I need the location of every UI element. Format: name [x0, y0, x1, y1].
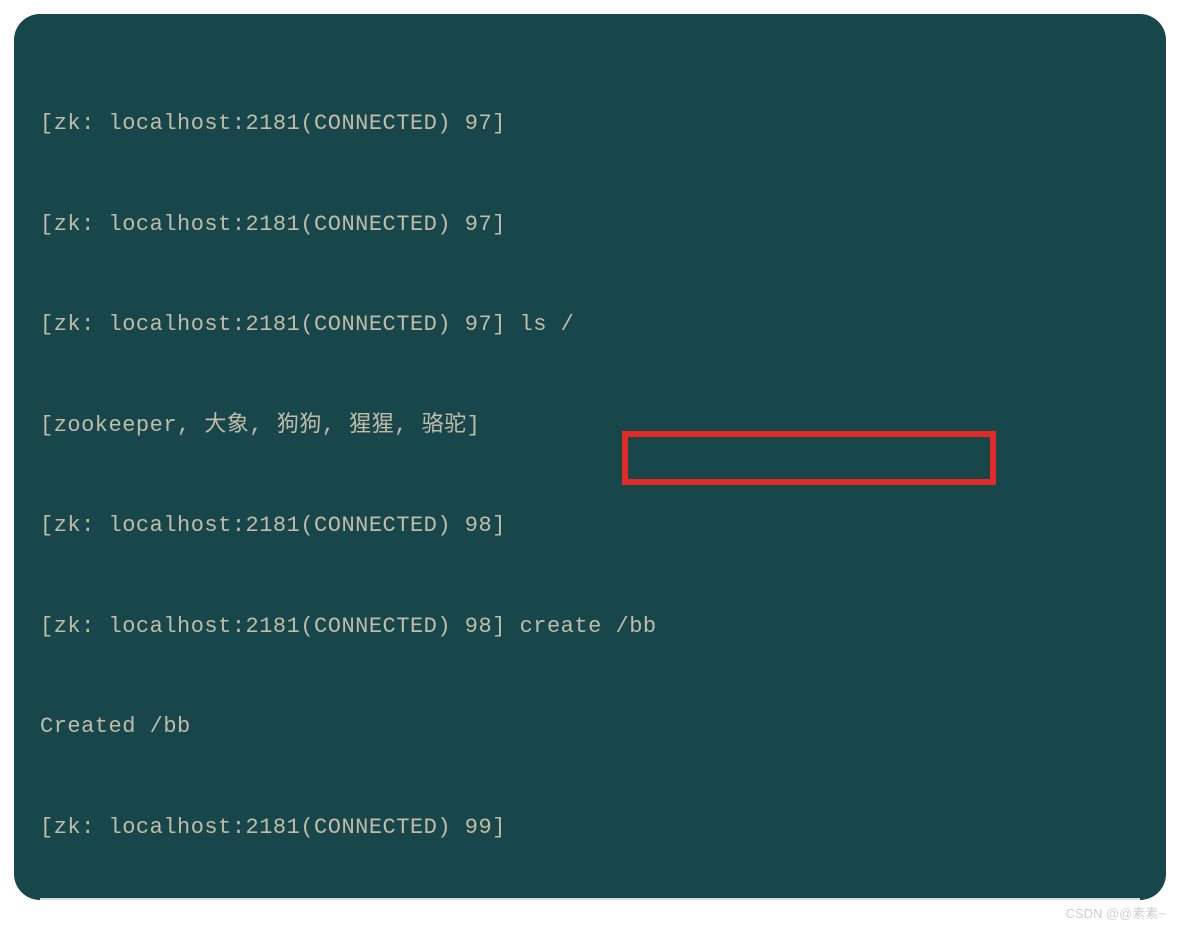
terminal-line: [zk: localhost:2181(CONNECTED) 98]: [40, 509, 1140, 543]
terminal-line: [zk: localhost:2181(CONNECTED) 98] creat…: [40, 610, 1140, 644]
terminal-line: [zk: localhost:2181(CONNECTED) 97]: [40, 107, 1140, 141]
terminal-window[interactable]: [zk: localhost:2181(CONNECTED) 97] [zk: …: [14, 14, 1166, 900]
divider: [40, 898, 1140, 900]
terminal-line: [zk: localhost:2181(CONNECTED) 97] ls /: [40, 308, 1140, 342]
terminal-output: [zk: localhost:2181(CONNECTED) 97] [zk: …: [40, 40, 1140, 900]
terminal-line: [zk: localhost:2181(CONNECTED) 97]: [40, 208, 1140, 242]
terminal-line: Created /bb: [40, 710, 1140, 744]
annotation-highlight-box: [622, 431, 996, 485]
terminal-line: [zk: localhost:2181(CONNECTED) 99]: [40, 811, 1140, 845]
watermark-text: CSDN @@素素~: [1066, 903, 1166, 922]
